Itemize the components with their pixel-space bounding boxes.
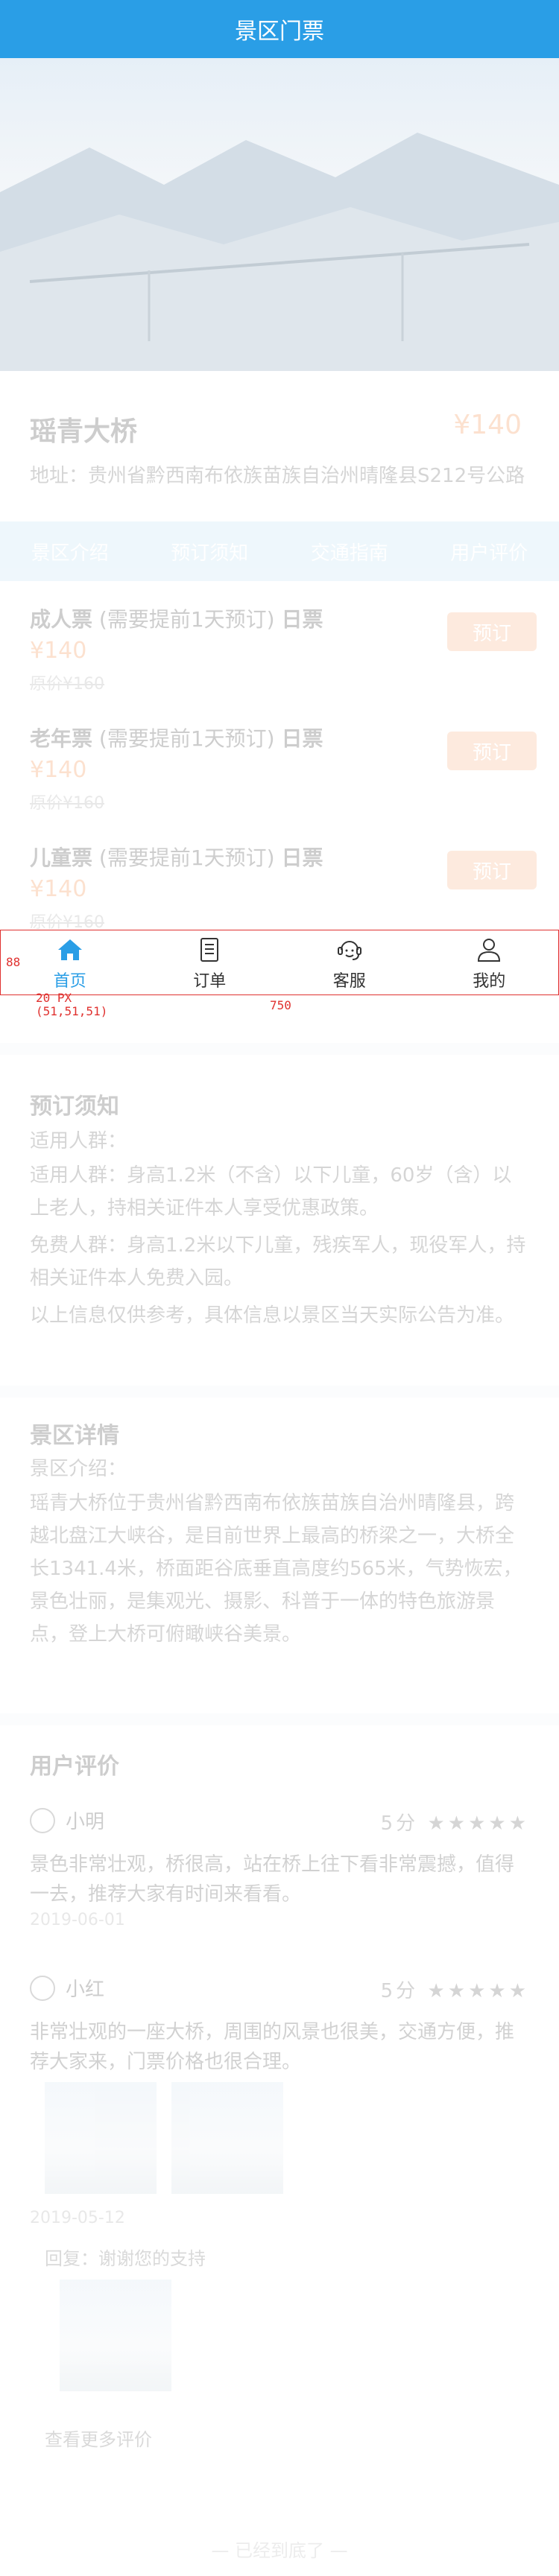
measure-box <box>0 930 559 995</box>
spot-name: 瑶青大桥 <box>30 416 138 447</box>
ticket-item: 成人票 (需要提前1天预订) 日票 ¥140 原价¥160 预订 <box>0 589 559 700</box>
review-rating: 5分 ★★★★★ <box>380 1812 529 1835</box>
page-title: 景区门票 <box>235 19 324 45</box>
tab-intro[interactable]: 景区介绍 <box>0 521 140 581</box>
review-reply: 回复：谢谢您的支持 <box>45 2248 206 2269</box>
book-button[interactable]: 预订 <box>447 612 537 651</box>
avatar <box>30 1807 55 1833</box>
divider <box>0 1386 559 1398</box>
review-photo[interactable] <box>171 2082 283 2194</box>
notice-paragraph: 以上信息仅供参考，具体信息以景区当天实际公告为准。 <box>30 1304 515 1327</box>
notice-subtitle: 适用人群： <box>30 1130 127 1152</box>
book-button[interactable]: 预订 <box>447 732 537 770</box>
review-text: 景色非常壮观，桥很高，站在桥上往下看非常震撼，值得一去，推荐大家有时间来看看。 <box>30 1853 515 1906</box>
review-text: 非常壮观的一座大桥，周围的风景也很美，交通方便，推荐大家来，门票价格也很合理。 <box>30 2021 515 2073</box>
spot-price: ¥140 <box>453 410 522 440</box>
intro-title: 景区详情 <box>30 1423 119 1449</box>
reviews-title: 用户评价 <box>30 1754 119 1780</box>
ticket-original-price: 原价¥160 <box>30 675 104 694</box>
ticket-price: ¥140 <box>30 876 87 902</box>
divider <box>0 1713 559 1725</box>
review-item: 小红 5分 ★★★★★ 非常壮观的一座大桥，周围的风景也很美，交通方便，推荐大家… <box>30 1974 529 2451</box>
review-user: 小明 <box>30 1806 104 1834</box>
ticket-price: ¥140 <box>30 757 87 783</box>
notice-paragraph: 适用人群：身高1.2米（不含）以下儿童，60岁（含）以上老人，持相关证件本人享受… <box>30 1164 512 1219</box>
review-date: 2019-06-01 <box>30 1911 125 1929</box>
spot-info: 瑶青大桥 ¥140 地址：贵州省黔西南布依族苗族自治州晴隆县S212号公路 <box>0 371 559 513</box>
app-header: 景区门票 <box>0 0 559 58</box>
ticket-name: 儿童票 (需要提前1天预订) 日票 <box>30 846 323 870</box>
review-username: 小红 <box>66 1979 105 2001</box>
measure-width-label: 750 <box>270 998 291 1012</box>
tab-notice[interactable]: 预订须知 <box>140 521 280 581</box>
book-button[interactable]: 预订 <box>447 851 537 889</box>
divider <box>0 1043 559 1055</box>
measure-color-label: (51,51,51) <box>36 1004 108 1018</box>
section-tabs: 景区介绍 预订须知 交通指南 用户评价 <box>0 521 559 581</box>
hero-image <box>0 58 559 371</box>
ticket-name: 老年票 (需要提前1天预订) 日票 <box>30 726 323 751</box>
review-photo[interactable] <box>45 2082 157 2194</box>
avatar <box>30 1975 55 2001</box>
notice-paragraph: 免费人群：身高1.2米以下儿童，残疾军人，现役军人，持相关证件本人免费入园。 <box>30 1234 526 1289</box>
review-user: 小红 <box>30 1974 104 2002</box>
ticket-name: 成人票 (需要提前1天预订) 日票 <box>30 607 323 632</box>
tab-traffic[interactable]: 交通指南 <box>280 521 420 581</box>
notice-title: 预订须知 <box>30 1094 119 1120</box>
star-icon: ★★★★★ <box>427 1980 529 2002</box>
tab-reviews[interactable]: 用户评价 <box>420 521 559 581</box>
ticket-original-price: 原价¥160 <box>30 794 104 813</box>
end-of-list-text: — 已经到底了 — <box>211 2540 348 2561</box>
review-date: 2019-05-12 <box>30 2209 125 2227</box>
ticket-item: 儿童票 (需要提前1天预订) 日票 ¥140 原价¥160 预订 <box>0 827 559 939</box>
measure-height-label: 88 <box>6 955 21 969</box>
review-rating: 5分 ★★★★★ <box>380 1980 529 2002</box>
intro-subtitle: 景区介绍： <box>30 1458 127 1480</box>
ticket-price: ¥140 <box>30 638 87 664</box>
intro-paragraph: 瑶青大桥位于贵州省黔西南布依族苗族自治州晴隆县，跨越北盘江大峡谷，是目前世界上最… <box>30 1492 522 1646</box>
star-icon: ★★★★★ <box>427 1812 529 1835</box>
more-reviews-link[interactable]: 查看更多评价 <box>45 2425 152 2451</box>
review-photo[interactable] <box>60 2280 171 2391</box>
ticket-item: 老年票 (需要提前1天预订) 日票 ¥140 原价¥160 预订 <box>0 708 559 819</box>
measure-padding-label: 20 PX <box>36 991 72 1005</box>
spot-address: 地址：贵州省黔西南布依族苗族自治州晴隆县S212号公路 <box>30 465 525 487</box>
review-username: 小明 <box>66 1811 105 1833</box>
review-item: 小明 5分 ★★★★★ 景色非常壮观，桥很高，站在桥上往下看非常震撼，值得一去，… <box>30 1806 529 1929</box>
